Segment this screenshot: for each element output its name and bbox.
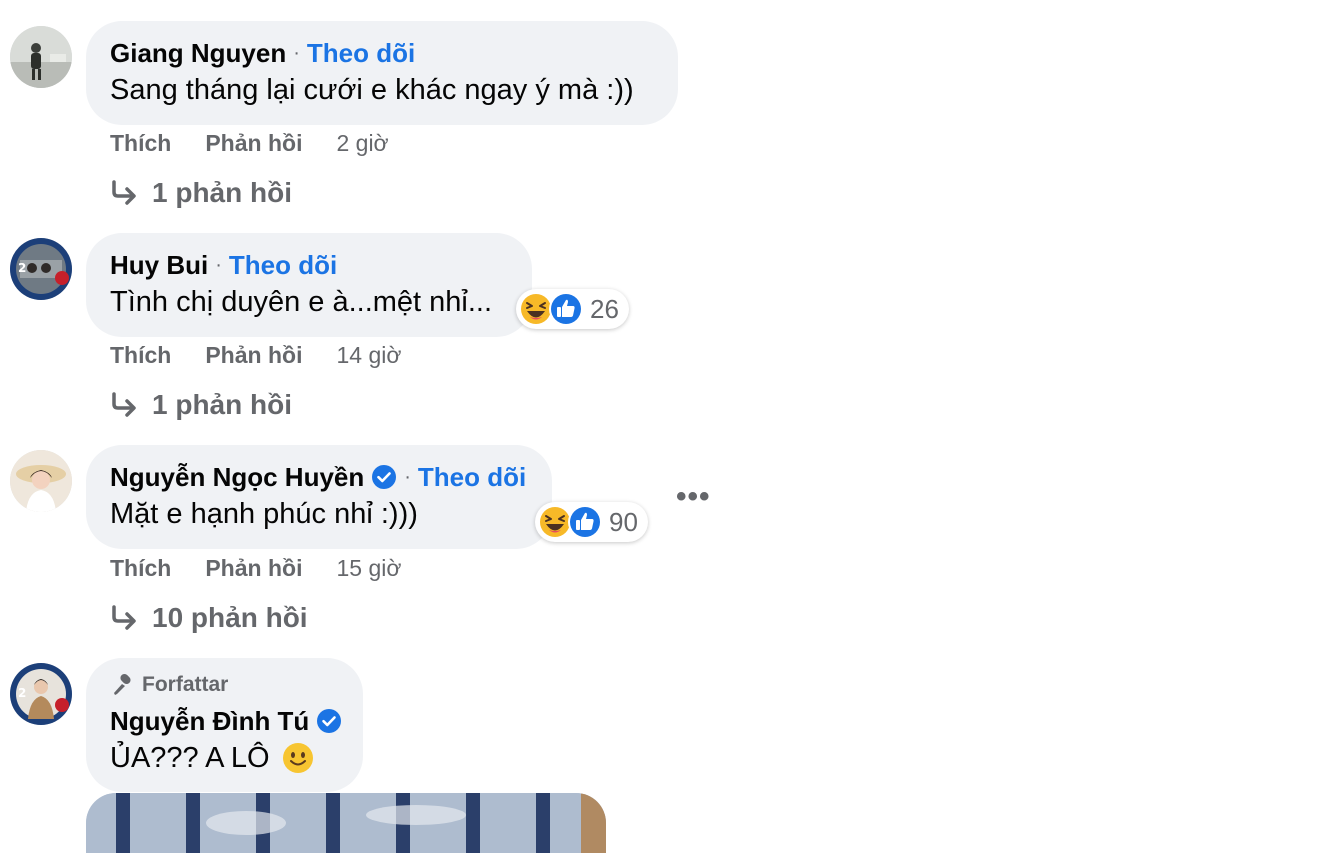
avatar[interactable]: 2 (10, 663, 72, 725)
timestamp[interactable]: 14 giờ (336, 342, 401, 369)
comment-text: ỦA??? A LÔ (110, 742, 270, 774)
avatar[interactable] (10, 26, 72, 88)
view-replies-button[interactable]: 1 phản hồi (110, 177, 292, 209)
author-name[interactable]: Giang Nguyen (110, 38, 286, 68)
reply-arrow-icon (112, 605, 136, 630)
like-icon (567, 504, 603, 540)
smile-emoji-icon (282, 742, 314, 774)
like-button[interactable]: Thích (110, 555, 171, 582)
view-replies-button[interactable]: 1 phản hồi (110, 389, 292, 421)
author-name[interactable]: Huy Bui (110, 250, 208, 280)
reply-button[interactable]: Phản hồi (205, 555, 302, 582)
more-options-button[interactable]: ••• (676, 480, 711, 514)
avatar[interactable]: 2 (10, 238, 72, 300)
reaction-summary[interactable]: 26 (516, 289, 629, 329)
svg-text:2: 2 (18, 261, 26, 275)
comment-bubble: Forfattar Nguyễn Đình Tú ỦA??? A LÔ (86, 658, 363, 792)
follow-link[interactable]: Theo dõi (418, 462, 526, 492)
verified-badge-icon (316, 708, 342, 734)
follow-link[interactable]: Theo dõi (229, 250, 337, 280)
timestamp[interactable]: 2 giờ (336, 130, 388, 157)
reaction-summary[interactable]: 90 (535, 502, 648, 542)
author-name[interactable]: Nguyễn Đình Tú (110, 706, 309, 736)
reply-button[interactable]: Phản hồi (205, 130, 302, 157)
comment-text-row: ỦA??? A LÔ (110, 738, 339, 778)
comment-attached-photo[interactable] (86, 793, 606, 853)
comment-text: Sang tháng lại cưới e khác ngay ý mà :)) (110, 74, 634, 106)
comment-bubble: Giang Nguyen · Theo dõi Sang tháng lại c… (86, 21, 678, 125)
replies-count[interactable]: 1 phản hồi (152, 177, 292, 209)
comment-actions: Thích Phản hồi 2 giờ (110, 130, 389, 157)
timestamp[interactable]: 15 giờ (336, 555, 401, 582)
separator: · (215, 254, 222, 276)
comment-bubble: Nguyễn Ngọc Huyền · Theo dõi Mặt e hạnh … (86, 445, 552, 549)
author-badge: Forfattar (110, 672, 339, 698)
replies-count[interactable]: 10 phản hồi (152, 602, 308, 634)
reply-arrow-icon (112, 180, 136, 205)
badge-label: Forfattar (142, 673, 229, 696)
view-replies-button[interactable]: 10 phản hồi (110, 602, 308, 634)
separator: · (404, 466, 411, 488)
svg-text:2: 2 (18, 686, 26, 700)
like-button[interactable]: Thích (110, 130, 171, 157)
like-button[interactable]: Thích (110, 342, 171, 369)
comment-bubble: Huy Bui · Theo dõi Tình chị duyên e à...… (86, 233, 532, 337)
comment-text: Tình chị duyên e à...mệt nhỉ... (110, 286, 493, 318)
follow-link[interactable]: Theo dõi (307, 38, 415, 68)
avatar[interactable] (10, 450, 72, 512)
reply-arrow-icon (112, 392, 136, 417)
comment-actions: Thích Phản hồi 15 giờ (110, 555, 401, 582)
author-name[interactable]: Nguyễn Ngọc Huyền (110, 462, 364, 492)
comment-actions: Thích Phản hồi 14 giờ (110, 342, 401, 369)
reply-button[interactable]: Phản hồi (205, 342, 302, 369)
reaction-count[interactable]: 90 (609, 507, 638, 538)
replies-count[interactable]: 1 phản hồi (152, 389, 292, 421)
like-icon (548, 291, 584, 327)
verified-badge-icon (371, 464, 397, 490)
reaction-count[interactable]: 26 (590, 294, 619, 325)
comment-text: Mặt e hạnh phúc nhỉ :))) (110, 498, 418, 530)
separator: · (293, 42, 300, 64)
microphone-icon (114, 673, 131, 695)
